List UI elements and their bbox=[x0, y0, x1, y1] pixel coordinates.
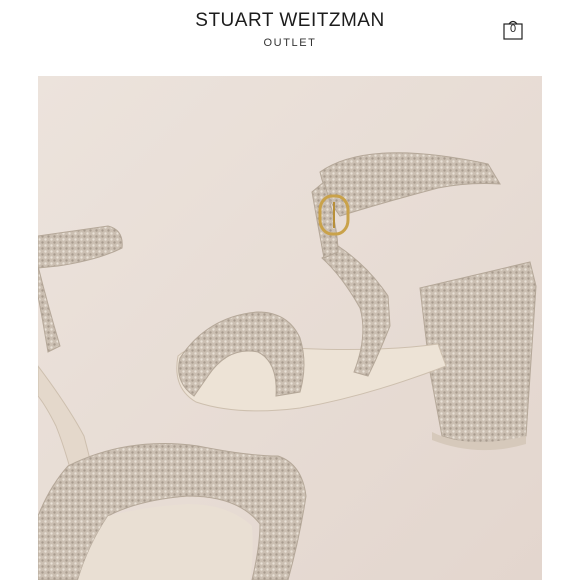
shopping-bag-button[interactable]: 0 bbox=[502, 18, 524, 40]
site-header: STUART WEITZMAN OUTLET 0 bbox=[38, 0, 542, 76]
brand-logo[interactable]: STUART WEITZMAN bbox=[38, 10, 542, 32]
sandal-illustration bbox=[38, 76, 542, 580]
brand-subtitle: OUTLET bbox=[263, 37, 317, 49]
bag-count: 0 bbox=[509, 23, 517, 35]
left-margin bbox=[0, 0, 38, 580]
right-margin bbox=[542, 0, 580, 580]
product-hero-image bbox=[38, 76, 542, 580]
